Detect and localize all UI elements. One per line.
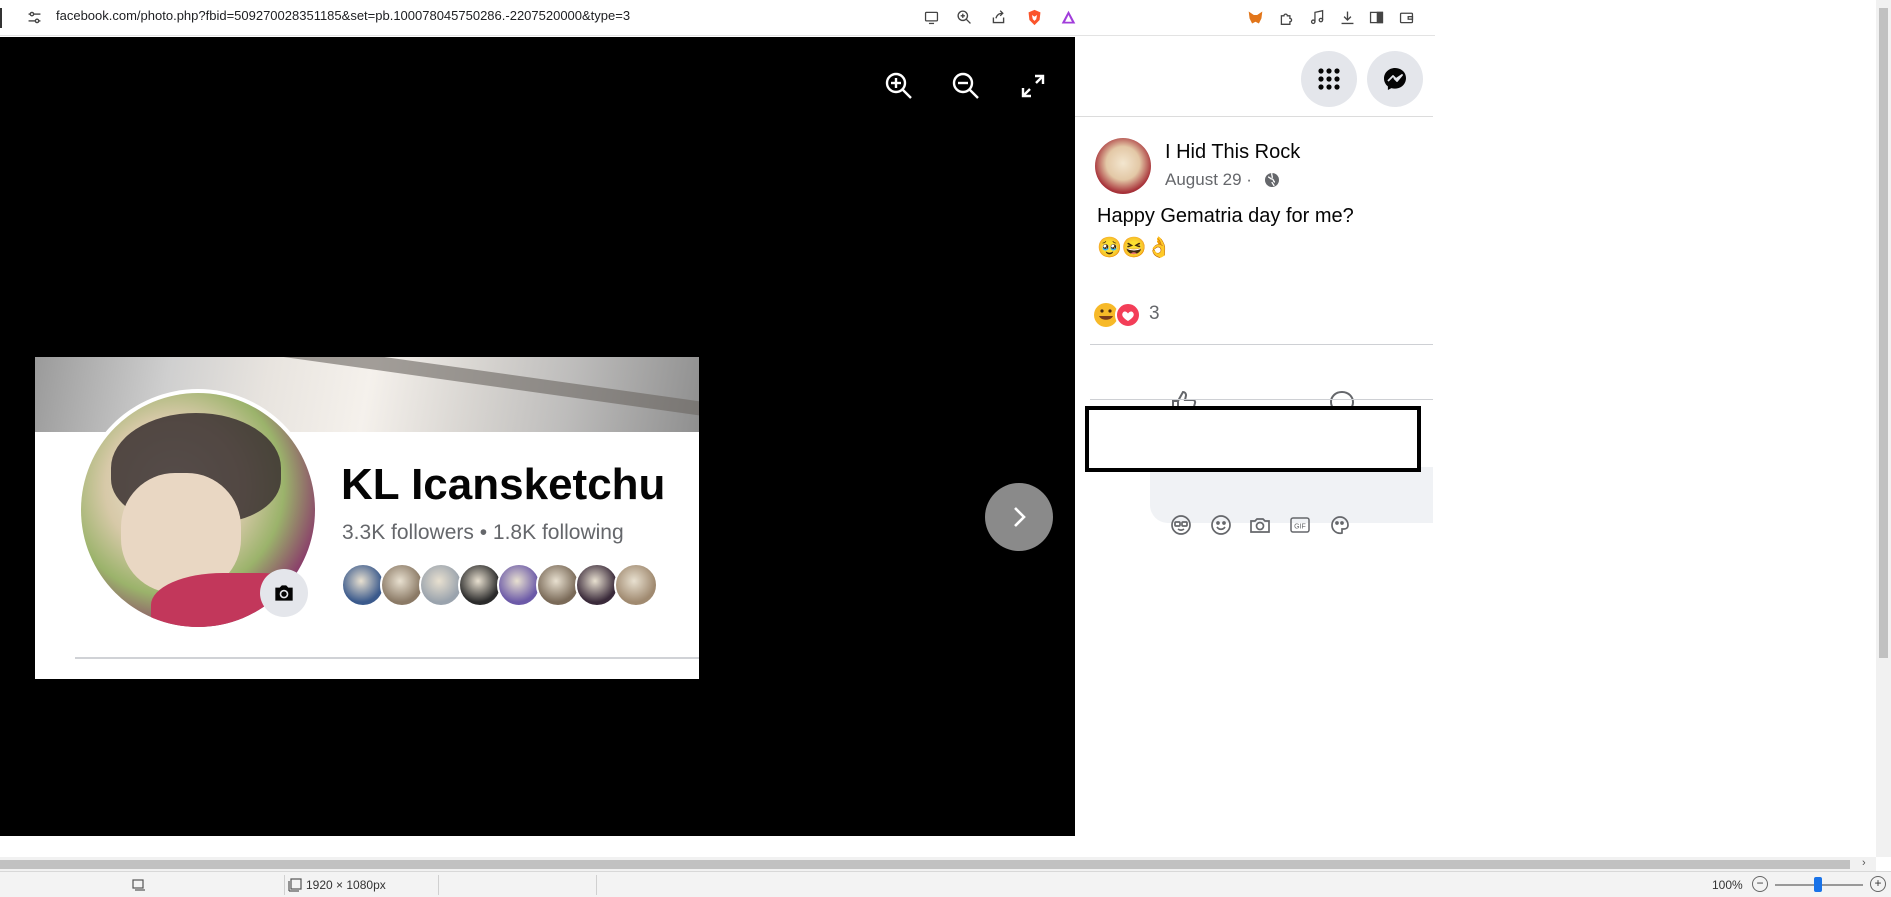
photo-image: KL Icansketchu 3.3K followers • 1.8K fol… bbox=[35, 357, 699, 679]
media-icon[interactable] bbox=[1307, 7, 1327, 27]
address-bar[interactable]: facebook.com/photo.php?fbid=509270028351… bbox=[56, 8, 630, 23]
post-text: Happy Gematria day for me? bbox=[1097, 205, 1354, 227]
camera-icon bbox=[260, 569, 308, 617]
profile-name: KL Icansketchu bbox=[341, 460, 666, 509]
zoom-slider-thumb[interactable] bbox=[1814, 877, 1822, 892]
svg-text:GIF: GIF bbox=[1294, 524, 1306, 531]
horizontal-scrollbar[interactable]: › bbox=[0, 857, 1876, 871]
actions-top-divider bbox=[1090, 344, 1433, 345]
fullscreen-icon[interactable] bbox=[1016, 69, 1050, 103]
image-dimensions: 1920 × 1080px bbox=[306, 878, 386, 892]
toolbar-edge bbox=[0, 8, 2, 28]
image-size-icon bbox=[288, 878, 302, 892]
friend-avatar bbox=[497, 563, 541, 607]
page-name[interactable]: I Hid This Rock bbox=[1165, 141, 1300, 164]
photo-divider bbox=[75, 657, 699, 659]
reaction-icons[interactable] bbox=[1092, 301, 1144, 329]
sticker-icon[interactable] bbox=[1326, 511, 1354, 539]
cast-icon[interactable] bbox=[921, 7, 941, 27]
brave-shield-icon[interactable] bbox=[1024, 7, 1044, 27]
browser-window: facebook.com/photo.php?fbid=509270028351… bbox=[0, 0, 1891, 897]
actions-bottom-divider bbox=[1090, 399, 1433, 400]
header-divider bbox=[1075, 116, 1433, 117]
friend-avatar bbox=[380, 563, 424, 607]
horizontal-scroll-thumb[interactable] bbox=[0, 860, 1850, 869]
friend-avatar bbox=[458, 563, 502, 607]
zoom-out-icon[interactable] bbox=[949, 69, 983, 103]
friend-avatars bbox=[341, 563, 658, 607]
selection-icon bbox=[132, 879, 145, 891]
zoom-level: 100% bbox=[1712, 878, 1743, 892]
status-bar: 1920 × 1080px 100% − + bbox=[0, 871, 1891, 897]
next-photo-button[interactable] bbox=[985, 483, 1053, 551]
site-settings-icon[interactable] bbox=[24, 7, 44, 27]
friend-avatar bbox=[575, 563, 619, 607]
post-panel: I Hid This Rock August 29 · Happy Gematr… bbox=[1075, 37, 1433, 836]
extensions-icon[interactable] bbox=[1276, 7, 1296, 27]
friend-avatar bbox=[536, 563, 580, 607]
zoom-in-icon[interactable] bbox=[882, 69, 916, 103]
page-avatar[interactable] bbox=[1095, 138, 1151, 194]
globe-icon bbox=[1265, 172, 1279, 187]
comment-input[interactable] bbox=[1085, 406, 1421, 472]
zoom-icon[interactable] bbox=[954, 7, 974, 27]
sidebar-icon[interactable] bbox=[1366, 7, 1386, 27]
friend-avatar bbox=[419, 563, 463, 607]
profile-stats: 3.3K followers • 1.8K following bbox=[342, 521, 624, 544]
date-separator: · bbox=[1246, 170, 1252, 189]
camera-icon[interactable] bbox=[1246, 511, 1274, 539]
friend-avatar bbox=[341, 563, 385, 607]
zoom-in-button[interactable]: + bbox=[1870, 876, 1886, 892]
gif-icon[interactable]: GIF bbox=[1286, 511, 1314, 539]
metamask-icon[interactable] bbox=[1245, 7, 1265, 27]
photo-viewer: KL Icansketchu 3.3K followers • 1.8K fol… bbox=[0, 37, 1075, 836]
scroll-right-icon[interactable]: › bbox=[1862, 857, 1866, 869]
vertical-scrollbar[interactable] bbox=[1876, 0, 1891, 857]
messenger-icon[interactable] bbox=[1367, 51, 1423, 107]
share-icon[interactable] bbox=[988, 7, 1008, 27]
emoji-icon[interactable] bbox=[1207, 511, 1235, 539]
avatar-sticker-icon[interactable] bbox=[1167, 511, 1195, 539]
vertical-scroll-thumb[interactable] bbox=[1879, 8, 1888, 658]
post-emojis: 🥹😆👌 bbox=[1097, 237, 1172, 259]
friend-avatar bbox=[614, 563, 658, 607]
download-icon[interactable] bbox=[1337, 7, 1357, 27]
rewards-icon[interactable] bbox=[1058, 7, 1078, 27]
zoom-out-button[interactable]: − bbox=[1752, 876, 1768, 892]
post-date[interactable]: August 29 · bbox=[1165, 170, 1252, 190]
menu-grid-icon[interactable] bbox=[1301, 51, 1357, 107]
post-date-text: August 29 bbox=[1165, 170, 1242, 189]
wallet-icon[interactable] bbox=[1396, 7, 1416, 27]
reaction-count[interactable]: 3 bbox=[1149, 303, 1160, 325]
browser-toolbar: facebook.com/photo.php?fbid=509270028351… bbox=[0, 0, 1435, 36]
